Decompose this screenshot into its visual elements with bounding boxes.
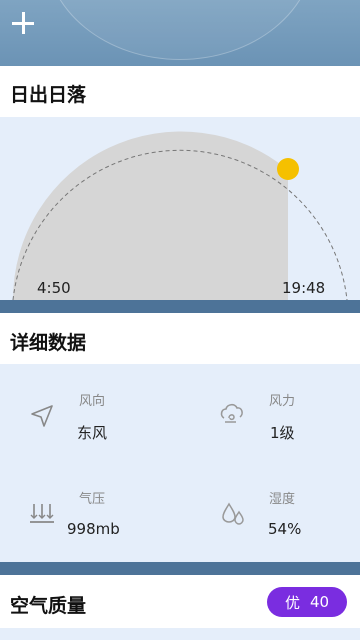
- sunset-time: 19:48: [282, 279, 326, 297]
- wind-force-label: 风力: [269, 394, 296, 409]
- details-title: 详细数据: [10, 332, 87, 354]
- aqi-value: 40: [309, 593, 330, 611]
- sunrise-card-bottom-bar: [0, 300, 360, 313]
- sunrise-card: 4:50 19:48: [0, 117, 360, 300]
- pressure-label: 气压: [79, 492, 106, 507]
- sun-icon: [277, 158, 299, 180]
- humidity-drops-icon: [222, 502, 244, 525]
- wind-direction-value: 东风: [77, 424, 108, 442]
- details-card-bottom-bar: [0, 562, 360, 575]
- plus-icon[interactable]: [10, 10, 36, 36]
- air-quality-card-top: [0, 628, 360, 640]
- pressure-value: 998mb: [67, 520, 120, 538]
- header-decor-arc: [45, 0, 315, 60]
- details-card: 风向 东风 风力 1级 气压 998mb 湿度 54%: [0, 364, 360, 562]
- humidity-value: 54%: [268, 520, 302, 538]
- aqi-level: 优: [284, 593, 300, 612]
- humidity-label: 湿度: [269, 492, 296, 507]
- wind-direction-label: 风向: [79, 394, 106, 409]
- aqi-badge[interactable]: 优 40: [267, 587, 347, 617]
- wind-swirl-icon: [220, 403, 243, 423]
- wind-force-value: 1级: [270, 424, 295, 442]
- daylight-elapsed-area: [12, 131, 289, 300]
- navigation-arrow-icon: [31, 405, 53, 427]
- pressure-icon: [30, 504, 54, 523]
- sun-arc-chart: [12, 131, 348, 300]
- top-header: [0, 0, 360, 66]
- sunrise-time: 4:50: [37, 279, 71, 297]
- sunrise-title: 日出日落: [10, 84, 87, 106]
- air-quality-title: 空气质量: [10, 595, 87, 617]
